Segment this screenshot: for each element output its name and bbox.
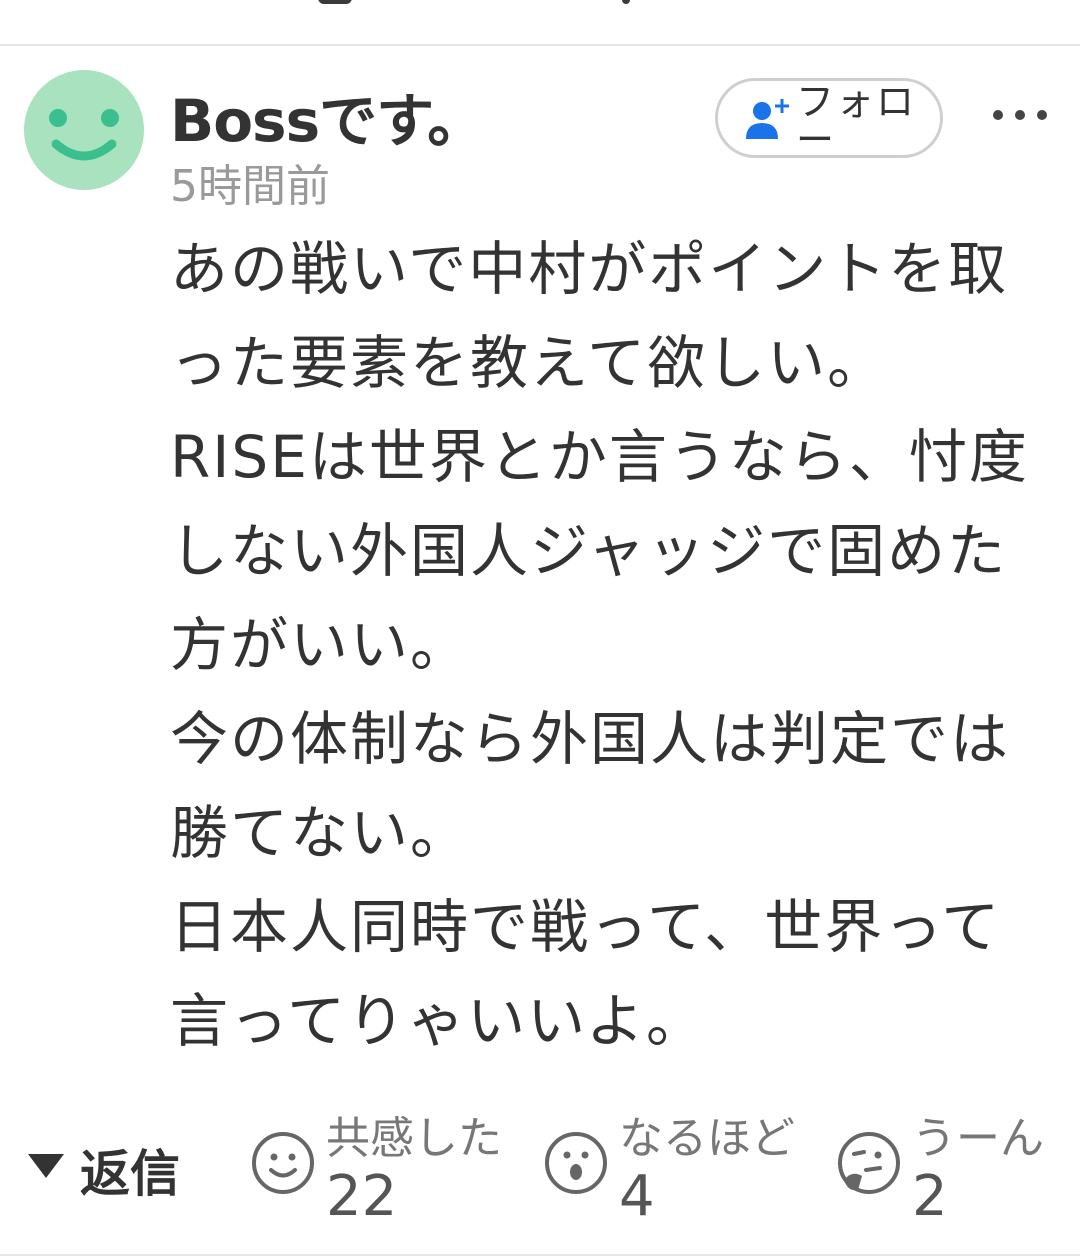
reaction-label: なるほど (619, 1113, 795, 1164)
more-horizontal-icon[interactable] (985, 96, 1055, 136)
surprised-reaction-icon (543, 1130, 609, 1200)
reply-label: 返信 (80, 1145, 180, 1203)
follow-label: フォロー (796, 80, 917, 162)
reaction-label: うーん (912, 1113, 1044, 1164)
thinking-reaction-icon (836, 1130, 902, 1200)
username[interactable]: Bossです。 (170, 74, 485, 158)
smiley-face-icon (49, 109, 119, 161)
reaction-count: 4 (619, 1164, 655, 1229)
reaction-empathy-button[interactable]: 共感した 22 (250, 1100, 520, 1240)
reaction-label: 共感した (326, 1113, 502, 1164)
divider (0, 1254, 1080, 1256)
caret-down-icon (28, 1154, 64, 1178)
smile-reaction-icon (250, 1130, 316, 1200)
avatar[interactable] (24, 70, 144, 190)
reaction-count: 2 (912, 1164, 948, 1229)
add-user-icon (744, 97, 790, 147)
previous-item-cutoff (0, 0, 1080, 46)
comment-paragraph: あの戦いで中村がポイントを取った要素を教えて欲しい。 (170, 235, 1009, 397)
timestamp: 5時間前 (170, 161, 330, 212)
comment-paragraph: 日本人同時で戦って、世界って言ってりゃいいよ。 (170, 893, 1002, 1055)
comment-paragraph: 今の体制なら外国人は判定では勝てない。 (170, 705, 1011, 867)
reaction-hmm-button[interactable]: うーん 2 (836, 1100, 1080, 1240)
follow-button[interactable]: フォロー (715, 78, 943, 162)
comment-body: あの戦いで中村がポイントを取った要素を教えて欲しい。 RISEは世界とか言うなら… (170, 222, 1060, 1068)
comment-screen: Bossです。 5時間前 フォロー あの戦いで中村がポイントを取った要素を教えて… (0, 0, 1080, 1259)
comment-paragraph: RISEは世界とか言うなら、忖度しない外国人ジャッジで固めた方がいい。 (170, 423, 1029, 679)
reaction-count: 22 (326, 1164, 398, 1229)
reaction-insightful-button[interactable]: なるほど 4 (543, 1100, 813, 1240)
